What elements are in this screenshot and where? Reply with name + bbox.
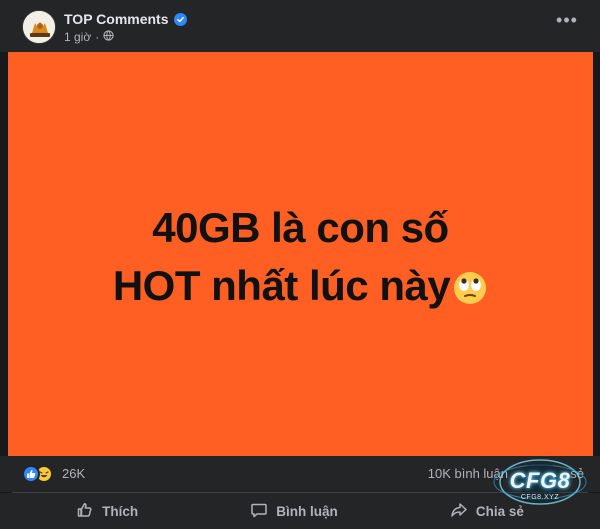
watermark-tagline: CFG8.XYZ (520, 494, 560, 501)
globe-icon (103, 30, 114, 44)
share-icon (450, 501, 468, 522)
page-name[interactable]: TOP Comments (64, 11, 187, 27)
like-label: Thích (102, 503, 139, 519)
comment-label: Bình luận (276, 503, 338, 519)
reactions-count[interactable]: 26K (62, 466, 85, 481)
more-options-button[interactable]: ••• (554, 11, 580, 34)
rolling-eyes-emoji-icon (452, 263, 488, 304)
like-reaction-icon (22, 465, 40, 483)
like-button[interactable]: Thích (60, 496, 154, 526)
thumbs-up-icon (76, 501, 94, 522)
headline-line-1: 40GB là con số (152, 204, 449, 251)
post-header: TOP Comments 1 giờ · ••• (0, 0, 600, 52)
headline-line-2: HOT nhất lúc này (8, 257, 593, 315)
post-image[interactable]: 40GB là con số HOT nhất lúc này (8, 52, 593, 456)
watermark-logo: CFG8 CFG8.XYZ (488, 452, 592, 512)
verified-badge-icon (173, 12, 187, 26)
page-name-label[interactable]: TOP Comments (64, 11, 169, 27)
comment-button[interactable]: Bình luận (234, 496, 354, 526)
post-time[interactable]: 1 giờ (64, 30, 91, 44)
page-avatar[interactable] (22, 10, 56, 44)
post-meta: 1 giờ · (64, 30, 114, 44)
headline-line-2-text: HOT nhất lúc này (112, 262, 451, 309)
comment-icon (250, 501, 268, 522)
watermark-text: CFG8 (509, 468, 571, 493)
image-headline: 40GB là con số HOT nhất lúc này (8, 199, 593, 315)
meta-separator: · (95, 30, 100, 44)
reaction-icons[interactable] (22, 465, 58, 483)
